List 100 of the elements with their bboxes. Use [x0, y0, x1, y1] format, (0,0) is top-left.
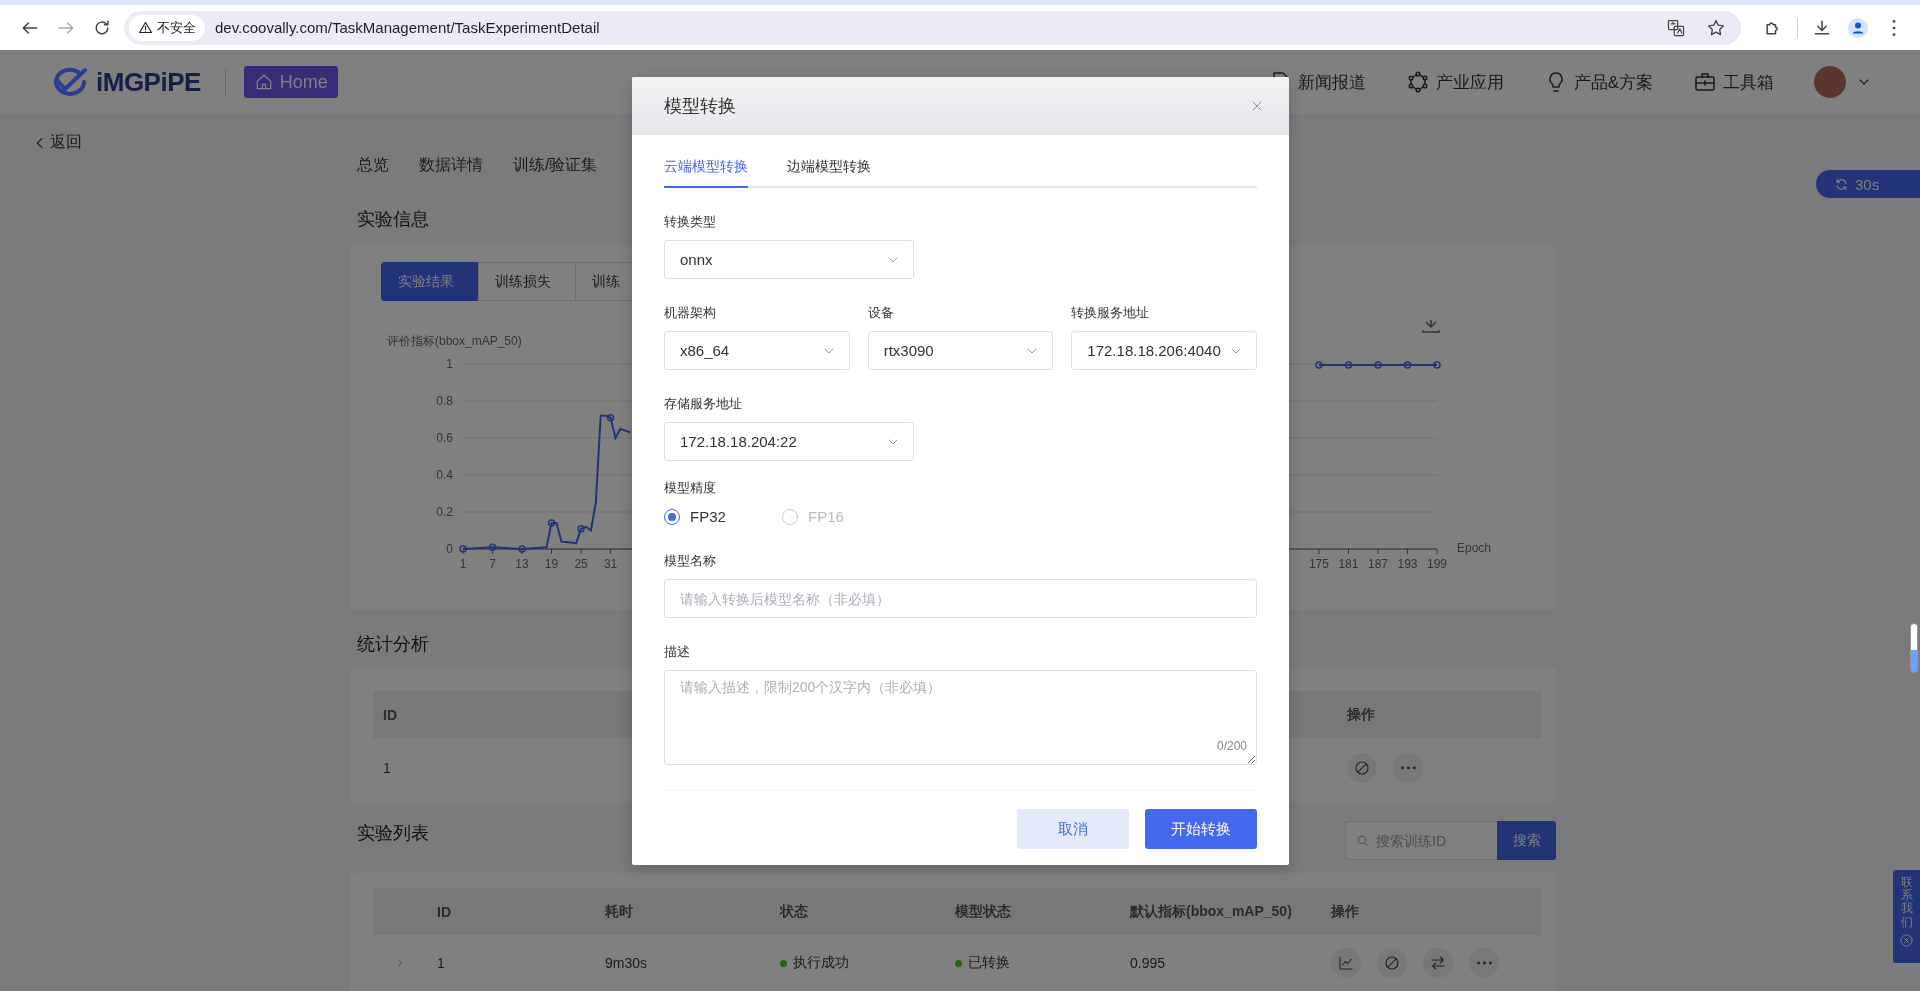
data-point [577, 524, 585, 533]
more-button[interactable] [1469, 948, 1499, 978]
download-icon[interactable] [1422, 320, 1440, 333]
avatar[interactable] [1814, 66, 1846, 98]
stop-icon [1383, 954, 1401, 972]
column-header: ID [436, 903, 452, 920]
dialog-title: 模型转换 [664, 95, 736, 118]
tick-label: 193 [1397, 557, 1418, 572]
select-field[interactable]: x86_64 [664, 331, 850, 370]
stop-button[interactable] [1377, 948, 1407, 978]
nav-item[interactable]: 产品&方案 [1543, 70, 1653, 94]
tick-label: 0 [446, 542, 453, 557]
data-point [1403, 361, 1412, 369]
radio-option[interactable]: FP32 [664, 508, 782, 525]
convert-button[interactable] [1423, 948, 1453, 978]
status-text: 已转换 [968, 954, 1010, 972]
field-label: 模型精度 [664, 479, 717, 497]
column-header: ID [382, 706, 398, 723]
tick-label: 19 [544, 557, 559, 572]
text-field[interactable]: 请输入转换后模型名称（非必填） [664, 579, 1257, 618]
tick-label: 187 [1367, 557, 1388, 572]
tick-label: 0.4 [436, 468, 453, 483]
person-icon [1846, 15, 1870, 40]
more-button[interactable] [1393, 753, 1423, 784]
vertical-dots-icon [1892, 19, 1896, 36]
data-point [459, 545, 467, 553]
tick-label: 199 [1427, 557, 1447, 572]
chart-tab[interactable]: 训练损失 [478, 262, 576, 302]
scrollbar-thumb[interactable] [1910, 623, 1918, 673]
stop-icon [1353, 759, 1371, 778]
refresh-badge[interactable]: 30s [1816, 170, 1920, 198]
tick-label: 7 [489, 557, 496, 572]
column-header: 默认指标(bbox_mAP_50) [1128, 902, 1293, 921]
tick-label: 1 [446, 357, 453, 372]
column-header: 模型状态 [954, 902, 1012, 921]
section-title: 实验列表 [357, 822, 429, 845]
column-header: 操作 [1347, 705, 1376, 724]
select-field[interactable]: 172.18.18.204:22 [664, 422, 914, 461]
contact-tab[interactable]: 联系我们 [1893, 870, 1920, 963]
section-title: 实验信息 [357, 208, 429, 232]
refresh-icon [1834, 176, 1849, 192]
select-field[interactable]: onnx [664, 240, 914, 279]
select-field[interactable]: 172.18.18.206:4040 [1071, 331, 1257, 370]
more-icon [1400, 766, 1416, 771]
status-text: 执行成功 [793, 954, 849, 972]
field-label: 模型名称 [664, 552, 717, 570]
axis-title: Epoch [1457, 541, 1492, 556]
tick-label: 0.2 [436, 505, 453, 520]
tick-label: 1 [459, 557, 467, 572]
cancel-button[interactable]: 取消 [1017, 809, 1129, 849]
search-icon [1355, 833, 1370, 848]
data-point [606, 413, 615, 422]
table-cell-text: 9m30s [604, 955, 649, 971]
swap-arrows-icon [1429, 954, 1447, 972]
dialog-tab[interactable]: 云端模型转换 [664, 148, 748, 188]
page-tab[interactable]: 总览 [357, 155, 389, 176]
close-circle-icon [1899, 932, 1914, 948]
translate-icon [1666, 17, 1686, 38]
back-link[interactable]: 返回 [32, 132, 82, 153]
select-field[interactable]: rtx3090 [867, 331, 1054, 370]
table-cell-text: 1 [382, 760, 392, 777]
column-header: 耗时 [604, 902, 634, 921]
warning-icon [138, 20, 153, 35]
stop-button[interactable] [1347, 753, 1377, 784]
field-label: 转换服务地址 [1071, 304, 1151, 322]
more-icon [1476, 961, 1492, 965]
table-cell-text: 1 [436, 955, 446, 971]
data-point [488, 543, 497, 551]
toolbox-icon [1693, 70, 1717, 94]
nav-item[interactable]: 产业应用 [1405, 70, 1504, 94]
chart-button[interactable] [1331, 948, 1361, 978]
search-button[interactable]: 搜索 [1497, 821, 1556, 860]
nav-item[interactable]: 工具箱 [1693, 70, 1774, 94]
axis-title: 评价指标(bbox_mAP_50) [387, 334, 522, 349]
tick-label: 25 [574, 557, 588, 572]
dialog-tab[interactable]: 边端模型转换 [787, 148, 871, 188]
field-label: 转换类型 [664, 213, 717, 231]
character-counter: 0/200 [1216, 739, 1247, 753]
chart-tab[interactable]: 实验结果 [381, 262, 479, 302]
field-label: 存储服务地址 [664, 395, 743, 413]
tick-label: 0.8 [436, 394, 453, 409]
security-chip[interactable]: 不安全 [129, 14, 205, 41]
data-point [518, 545, 526, 553]
tick-label: 31 [603, 557, 618, 572]
page-tab[interactable]: 训练/验证集 [513, 155, 598, 176]
address-bar[interactable]: 不安全 dev.coovally.com/TaskManagement/TaskExperimentDetail [124, 10, 1741, 45]
data-point [1344, 361, 1353, 369]
start-button[interactable]: 开始转换 [1145, 809, 1257, 849]
field-label: 设备 [867, 304, 895, 322]
tick-label: 181 [1338, 557, 1359, 572]
data-point [547, 519, 556, 527]
page-tab[interactable]: 数据详情 [419, 155, 483, 176]
table-cell-text: 0.995 [1129, 955, 1167, 971]
data-point [1315, 361, 1323, 369]
home-button[interactable]: Home [243, 66, 338, 98]
field-label: 机器架构 [664, 304, 717, 322]
tick-label: 0.6 [436, 431, 453, 446]
data-point [1374, 361, 1382, 369]
logo-text: iMGPiPE [96, 66, 201, 98]
data-point [1433, 361, 1441, 369]
